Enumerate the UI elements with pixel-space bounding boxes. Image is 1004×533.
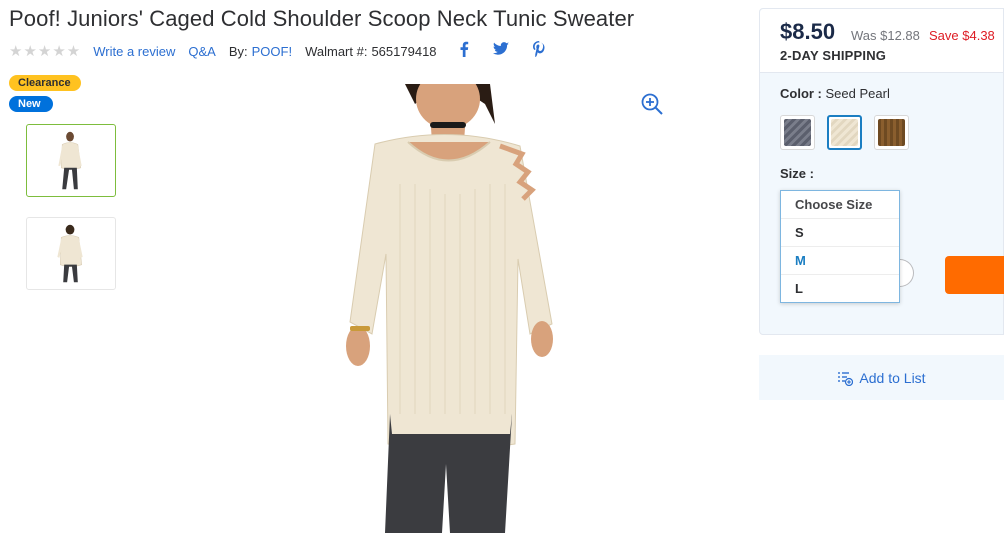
color-label-text: Color :	[780, 86, 822, 101]
list-add-icon	[838, 371, 854, 386]
product-title: Poof! Juniors' Caged Cold Shoulder Scoop…	[9, 6, 635, 31]
facebook-icon[interactable]	[459, 41, 469, 61]
by-label: By:	[228, 43, 248, 59]
thumbnail-front[interactable]	[26, 124, 116, 197]
walmart-number: 565179418	[371, 43, 437, 59]
write-review-link[interactable]: Write a review	[93, 44, 175, 59]
size-dropdown-header: Choose Size	[781, 191, 899, 219]
swatch-seed-pearl[interactable]	[827, 115, 862, 150]
swatch-brown[interactable]	[874, 115, 909, 150]
zoom-icon[interactable]	[640, 92, 664, 116]
rating-stars[interactable]: ★★★★★	[9, 42, 81, 60]
twitter-icon[interactable]	[492, 42, 509, 60]
size-option-s[interactable]: S	[781, 219, 899, 247]
walmart-number-label: Walmart #:	[305, 43, 368, 59]
pinterest-icon[interactable]	[532, 41, 545, 61]
add-to-list-label: Add to List	[859, 369, 926, 386]
size-dropdown[interactable]: Choose Size S M L	[780, 190, 900, 303]
size-option-l[interactable]: L	[781, 275, 899, 303]
main-product-image[interactable]	[290, 84, 650, 533]
swatch-seed-pearl-fill	[831, 119, 858, 146]
was-price: Was $12.88	[851, 28, 920, 43]
product-meta-row: ★★★★★ Write a review Q&A By: POOF! Walma…	[9, 41, 545, 61]
add-to-list-button[interactable]: Add to List	[759, 355, 1004, 400]
color-value: Seed Pearl	[825, 86, 890, 101]
thumbnail-back[interactable]	[26, 217, 116, 290]
color-label: Color : Seed Pearl	[780, 86, 890, 101]
new-badge: New	[9, 96, 53, 112]
qa-link[interactable]: Q&A	[188, 44, 215, 59]
current-price: $8.50	[780, 19, 836, 44]
size-label: Size :	[780, 166, 814, 181]
price-section: $8.50 Was $12.88 Save $4.38 2-DAY SHIPPI…	[760, 9, 1003, 73]
size-option-m[interactable]: M	[781, 247, 899, 275]
add-to-cart-button[interactable]	[945, 256, 1004, 294]
swatch-gray[interactable]	[780, 115, 815, 150]
share-icons	[459, 41, 545, 61]
save-amount: Save $4.38	[929, 28, 995, 43]
swatch-gray-fill	[784, 119, 811, 146]
swatch-brown-fill	[878, 119, 905, 146]
brand-link[interactable]: POOF!	[252, 44, 292, 59]
clearance-badge: Clearance	[9, 75, 81, 91]
shipping-label: 2-DAY SHIPPING	[780, 48, 887, 63]
